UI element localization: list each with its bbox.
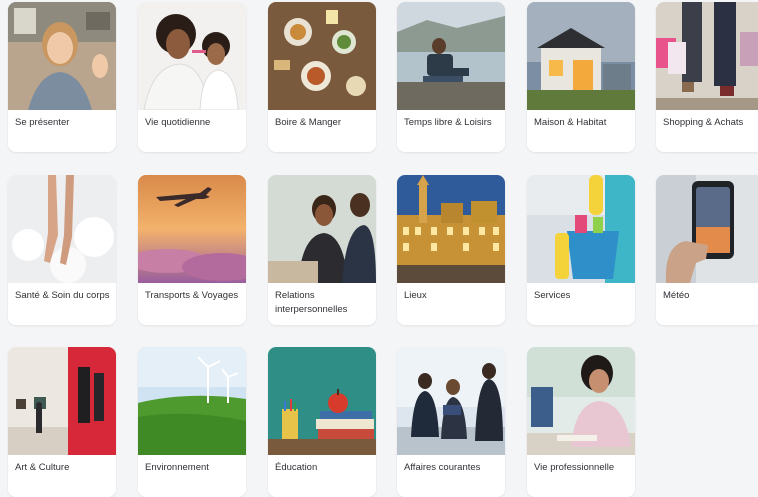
- dining-table-image: [268, 2, 376, 110]
- category-card-se-presenter[interactable]: Se présenter: [8, 2, 116, 152]
- people-talking-image: [268, 175, 376, 283]
- category-label: Santé & Soin du corps: [15, 290, 110, 301]
- category-label: Lieux: [404, 290, 427, 301]
- category-card-art-culture[interactable]: Art & Culture: [8, 347, 116, 497]
- category-label: Affaires courantes: [404, 462, 481, 473]
- category-card-lieux[interactable]: Lieux: [397, 175, 505, 325]
- shopping-bags-image: [656, 2, 758, 110]
- category-card-affaires-courantes[interactable]: Affaires courantes: [397, 347, 505, 497]
- man-relaxing-lake-image: [397, 2, 505, 110]
- category-card-transports[interactable]: Transports & Voyages: [138, 175, 246, 325]
- art-gallery-image: [8, 347, 116, 455]
- category-label: Se présenter: [15, 117, 70, 128]
- category-card-environnement[interactable]: Environnement: [138, 347, 246, 497]
- books-apple-image: [268, 347, 376, 455]
- category-card-meteo[interactable]: Météo: [656, 175, 758, 325]
- category-label: Météo: [663, 290, 690, 301]
- category-card-vie-professionnelle[interactable]: Vie professionnelle: [527, 347, 635, 497]
- category-card-shopping-achats[interactable]: Shopping & Achats: [656, 2, 758, 152]
- category-label: Shopping & Achats: [663, 117, 744, 128]
- category-label: Éducation: [275, 462, 318, 473]
- grand-place-night-image: [397, 175, 505, 283]
- business-meeting-image: [397, 347, 505, 455]
- category-label: Art & Culture: [15, 462, 70, 473]
- category-card-maison-habitat[interactable]: Maison & Habitat: [527, 2, 635, 152]
- category-label: Temps libre & Loisirs: [404, 117, 492, 128]
- category-label: Transports & Voyages: [145, 290, 239, 301]
- category-card-relations[interactable]: Relations interpersonnelles: [268, 175, 376, 325]
- bath-feet-image: [8, 175, 116, 283]
- category-label: Maison & Habitat: [534, 117, 607, 128]
- weather-phone-image: [656, 175, 758, 283]
- category-grid: Se présenter Vie quotidienne Boire & Man…: [0, 0, 758, 497]
- category-label: Vie quotidienne: [145, 117, 211, 128]
- category-card-temps-libre[interactable]: Temps libre & Loisirs: [397, 2, 505, 152]
- category-card-boire-manger[interactable]: Boire & Manger: [268, 2, 376, 152]
- category-card-education[interactable]: Éducation: [268, 347, 376, 497]
- category-card-sante[interactable]: Santé & Soin du corps: [8, 175, 116, 325]
- category-card-services[interactable]: Services: [527, 175, 635, 325]
- category-label: Relations interpersonnelles: [275, 290, 348, 315]
- category-label: Vie professionnelle: [534, 462, 615, 473]
- woman-working-desk-image: [527, 347, 635, 455]
- category-label: Environnement: [145, 462, 209, 473]
- modern-house-image: [527, 2, 635, 110]
- cleaning-bucket-image: [527, 175, 635, 283]
- woman-waving-image: [8, 2, 116, 110]
- airplane-sunset-image: [138, 175, 246, 283]
- mother-daughter-toothbrush-image: [138, 2, 246, 110]
- wind-turbines-image: [138, 347, 246, 455]
- category-label: Services: [534, 290, 571, 301]
- category-label: Boire & Manger: [275, 117, 342, 128]
- category-card-vie-quotidienne[interactable]: Vie quotidienne: [138, 2, 246, 152]
